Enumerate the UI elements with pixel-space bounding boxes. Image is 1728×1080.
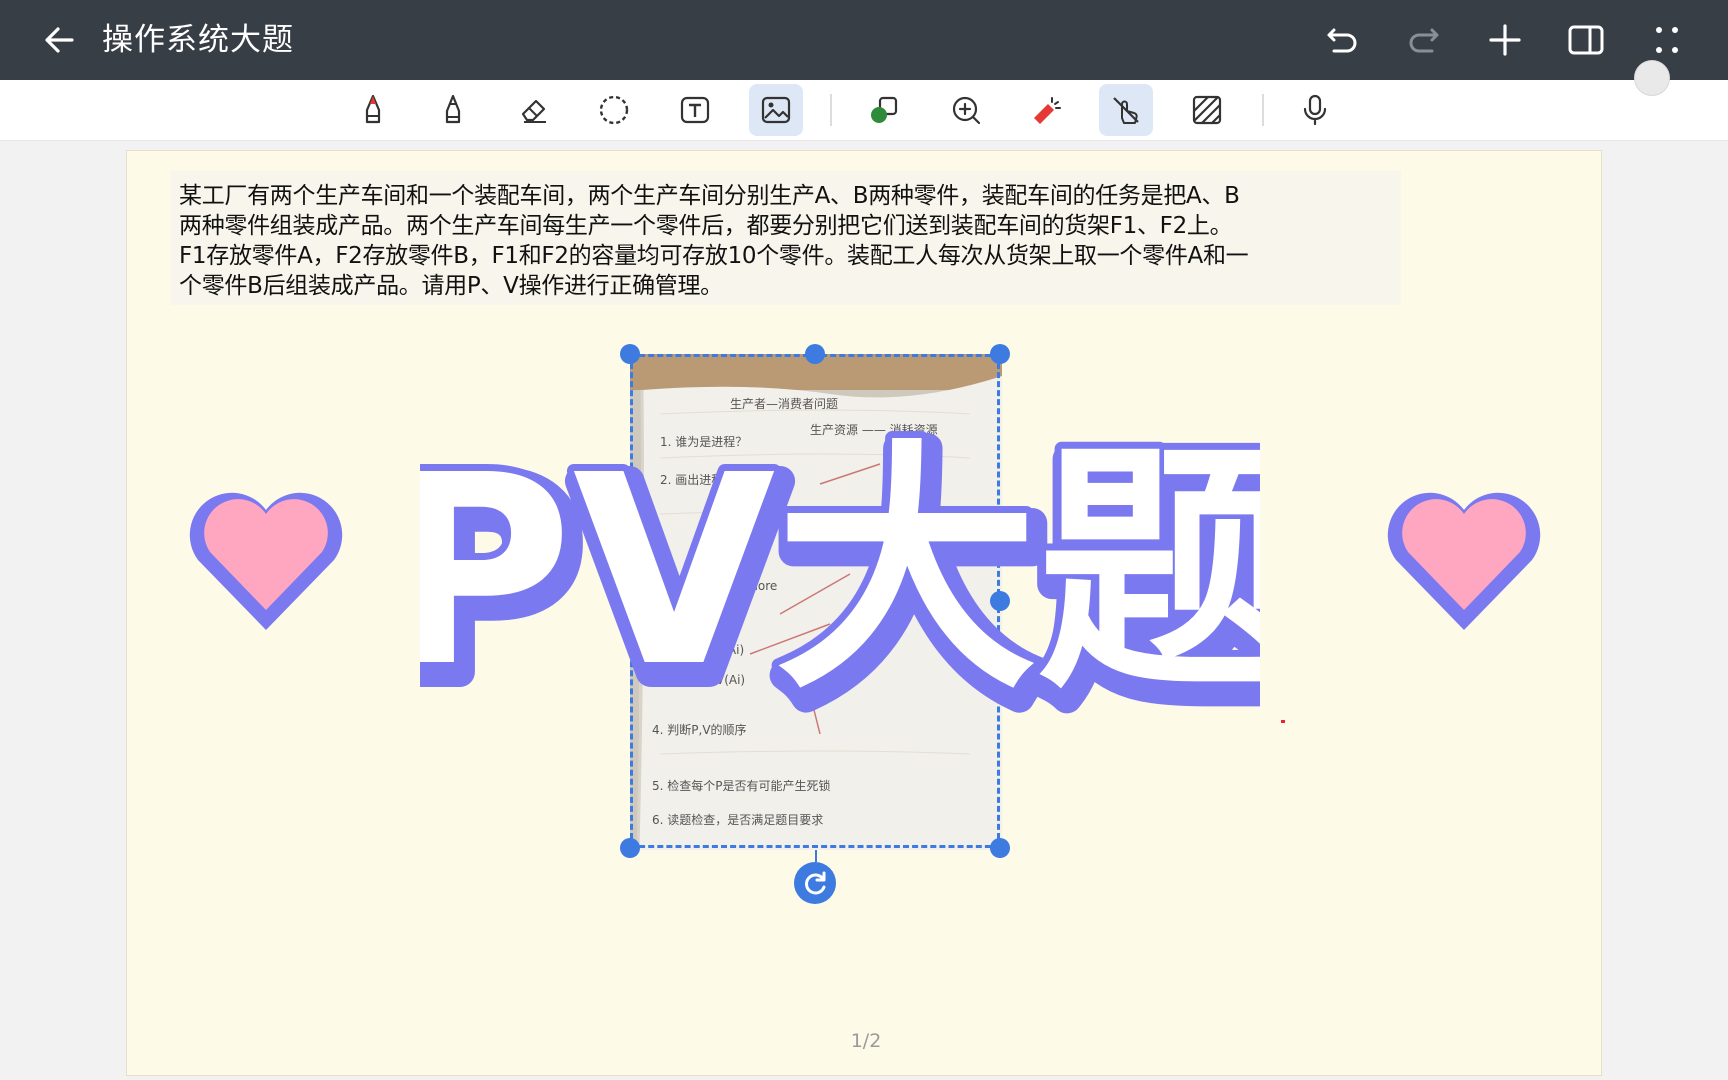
ink-dot bbox=[1281, 720, 1285, 723]
shapes-tool-icon[interactable] bbox=[857, 84, 911, 136]
rotate-icon[interactable] bbox=[794, 862, 836, 904]
toolbar-divider bbox=[1262, 94, 1264, 126]
resize-handle-top-right[interactable] bbox=[990, 344, 1010, 364]
question-line-1: 某工厂有两个生产车间和一个装配车间，两个生产车间分别生产A、B两种零件，装配车间… bbox=[179, 183, 1240, 209]
document-title: 操作系统大题 bbox=[102, 22, 294, 58]
question-line-4: 个零件B后组装成产品。请用P、V操作进行正确管理。 bbox=[179, 273, 723, 299]
redo-icon[interactable] bbox=[1402, 18, 1446, 62]
note-line: 6. 读题检查，是否满足题目要求 bbox=[652, 812, 823, 827]
note-line: 4. 判断P,V的顺序 bbox=[652, 722, 747, 737]
resize-handle-bottom-left[interactable] bbox=[620, 838, 640, 858]
more-options-icon[interactable] bbox=[1645, 18, 1689, 62]
laser-pointer-icon[interactable] bbox=[1019, 84, 1073, 136]
split-view-icon[interactable] bbox=[1564, 18, 1608, 62]
zoom-in-icon[interactable] bbox=[939, 84, 993, 136]
text-box-icon[interactable] bbox=[668, 84, 722, 136]
toolbar-divider bbox=[830, 94, 832, 126]
question-text-block[interactable]: 某工厂有两个生产车间和一个装配车间，两个生产车间分别生产A、B两种零件，装配车间… bbox=[171, 171, 1401, 305]
microphone-icon[interactable] bbox=[1288, 84, 1342, 136]
pencil-tool-icon[interactable] bbox=[426, 84, 480, 136]
page-indicator: 1/2 bbox=[850, 1030, 882, 1052]
insert-image-icon[interactable] bbox=[749, 84, 803, 136]
back-arrow-icon[interactable] bbox=[38, 18, 82, 62]
resize-handle-bottom-right[interactable] bbox=[990, 838, 1010, 858]
drawing-toolbar bbox=[0, 80, 1728, 141]
title-bar: 操作系统大题 bbox=[0, 0, 1728, 80]
resize-handle-top-left[interactable] bbox=[620, 344, 640, 364]
eraser-tool-icon[interactable] bbox=[507, 84, 561, 136]
finger-draw-off-icon[interactable] bbox=[1099, 84, 1153, 136]
question-line-2: 两种零件组装成产品。两个生产车间每生产一个零件后，都要分别把它们送到装配车间的货… bbox=[179, 213, 1233, 239]
heart-sticker-right bbox=[1384, 480, 1544, 640]
floating-assist-button[interactable] bbox=[1634, 60, 1670, 96]
resize-handle-top[interactable] bbox=[805, 344, 825, 364]
question-line-3: F1存放零件A，F2存放零件B，F1和F2的容量均可存放10个零件。装配工人每次… bbox=[179, 243, 1249, 269]
lasso-select-icon[interactable] bbox=[587, 84, 641, 136]
note-line: 5. 检查每个P是否有可能产生死锁 bbox=[652, 778, 831, 793]
heart-sticker-left bbox=[186, 480, 346, 640]
background-pattern-icon[interactable] bbox=[1180, 84, 1234, 136]
pen-tool-icon[interactable] bbox=[346, 84, 400, 136]
overlay-title-sticker: PV大题 PV大题 bbox=[372, 400, 1321, 749]
overlay-title-text: PV大题 bbox=[420, 419, 1260, 720]
add-icon[interactable] bbox=[1483, 18, 1527, 62]
rotate-handle-stem bbox=[815, 850, 817, 862]
undo-icon[interactable] bbox=[1320, 18, 1364, 62]
